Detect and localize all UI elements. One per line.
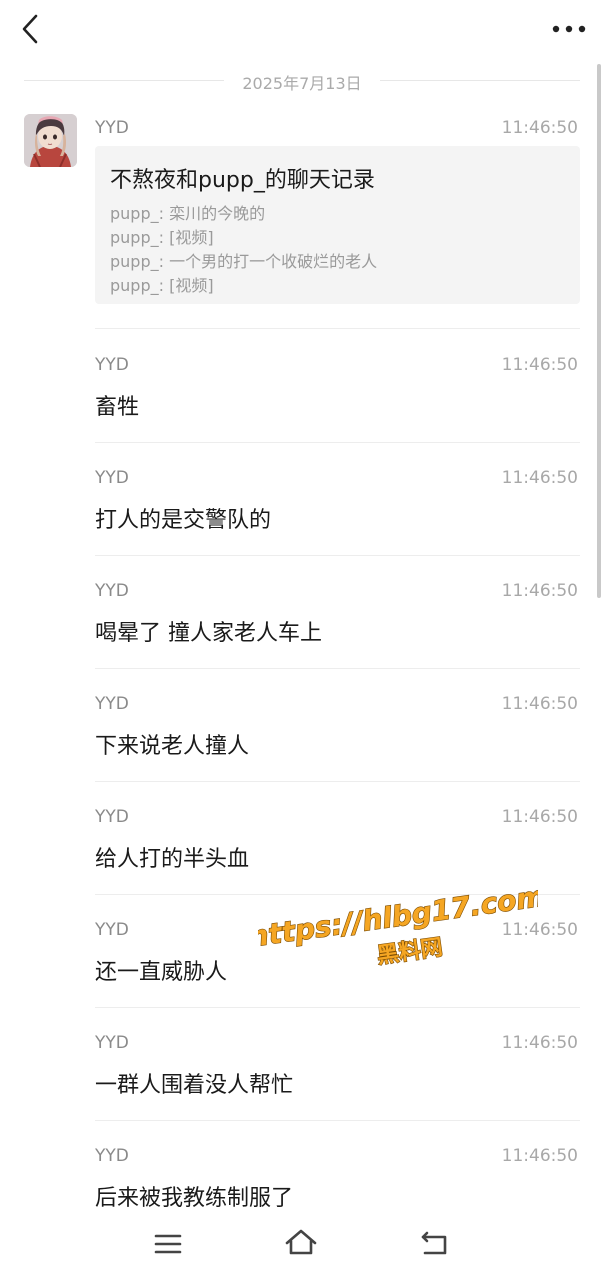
message-text[interactable]: 喝晕了 撞人家老人车上 [95, 615, 322, 647]
message-item: YYD 11:46:50 一群人围着没人帮忙 [95, 1033, 580, 1121]
message-text[interactable]: 打人的是交警队的 [95, 502, 271, 534]
message-time: 11:46:50 [501, 694, 578, 714]
message-text[interactable]: 后来被我教练制服了 [95, 1180, 293, 1212]
message-sender: YYD [95, 468, 129, 488]
back-return-icon [421, 1231, 447, 1255]
message-time: 11:46:50 [501, 920, 578, 940]
message-text[interactable]: 畜牲 [95, 389, 139, 421]
message-item: YYD 11:46:50 打人的是交警队的 [95, 468, 580, 556]
message-item: YYD 11:46:50 还一直威胁人 [95, 920, 580, 1008]
message-sender: YYD [95, 581, 129, 601]
message-sender: YYD [95, 694, 129, 714]
date-separator-text: 2025年7月13日 [242, 74, 362, 93]
message-divider [95, 442, 580, 443]
chat-record-line: pupp_: 栾川的今晚的 [110, 204, 266, 223]
message-sender: YYD [95, 807, 129, 827]
message-text[interactable]: 还一直威胁人 [95, 954, 227, 986]
message-item: YYD 11:46:50 后来被我教练制服了 [95, 1146, 580, 1215]
message-item: YYD 11:46:50 喝晕了 撞人家老人车上 [95, 581, 580, 669]
message-text[interactable]: 给人打的半头血 [95, 841, 249, 873]
message-time: 11:46:50 [501, 468, 578, 488]
nav-home-button[interactable] [281, 1225, 321, 1261]
message-item: YYD 11:46:50 畜牲 [95, 355, 580, 443]
message-text[interactable]: 下来说老人撞人 [95, 728, 249, 760]
message-time: 11:46:50 [501, 1033, 578, 1053]
date-separator-line-right [380, 80, 580, 81]
chat-record-message: YYD 11:46:50 不熬夜和pupp_的聊天记录 pupp_: 栾川的今晚… [95, 118, 580, 329]
more-horizontal-icon [552, 25, 586, 33]
back-button[interactable] [14, 10, 48, 48]
system-nav-bar [0, 1215, 603, 1280]
nav-back-button[interactable] [415, 1225, 455, 1261]
chat-record-line: pupp_: 一个男的打一个收破烂的老人 [110, 252, 378, 271]
message-divider [95, 781, 580, 782]
message-sender: YYD [95, 920, 129, 940]
message-sender: YYD [95, 1146, 129, 1166]
message-sender: YYD [95, 118, 129, 138]
message-divider [95, 555, 580, 556]
message-time: 11:46:50 [501, 581, 578, 601]
message-divider [95, 1120, 580, 1121]
chat-record-line: pupp_: [视频] [110, 228, 214, 247]
message-divider [95, 668, 580, 669]
message-sender: YYD [95, 1033, 129, 1053]
more-button[interactable] [549, 12, 589, 46]
message-time: 11:46:50 [501, 807, 578, 827]
avatar[interactable] [24, 114, 77, 167]
scrollbar[interactable] [597, 64, 601, 598]
avatar-image [24, 114, 77, 167]
nav-menu-button[interactable] [148, 1225, 188, 1261]
message-item: YYD 11:46:50 给人打的半头血 [95, 807, 580, 895]
date-separator: 2025年7月13日 [24, 66, 580, 96]
chat-record-card[interactable]: 不熬夜和pupp_的聊天记录 pupp_: 栾川的今晚的 pupp_: [视频]… [95, 146, 580, 304]
chat-record-line: pupp_: [视频] [110, 276, 214, 295]
message-time: 11:46:50 [501, 118, 578, 138]
top-bar [0, 0, 603, 58]
message-item: YYD 11:46:50 下来说老人撞人 [95, 694, 580, 782]
message-divider [95, 1007, 580, 1008]
message-time: 11:46:50 [501, 1146, 578, 1166]
chevron-left-icon [22, 14, 38, 44]
message-text[interactable]: 一群人围着没人帮忙 [95, 1067, 293, 1099]
message-divider [95, 328, 580, 329]
menu-icon [154, 1234, 182, 1254]
message-divider [95, 894, 580, 895]
message-time: 11:46:50 [501, 355, 578, 375]
message-sender: YYD [95, 355, 129, 375]
chat-record-title: 不熬夜和pupp_的聊天记录 [110, 168, 375, 193]
home-icon [285, 1229, 317, 1255]
